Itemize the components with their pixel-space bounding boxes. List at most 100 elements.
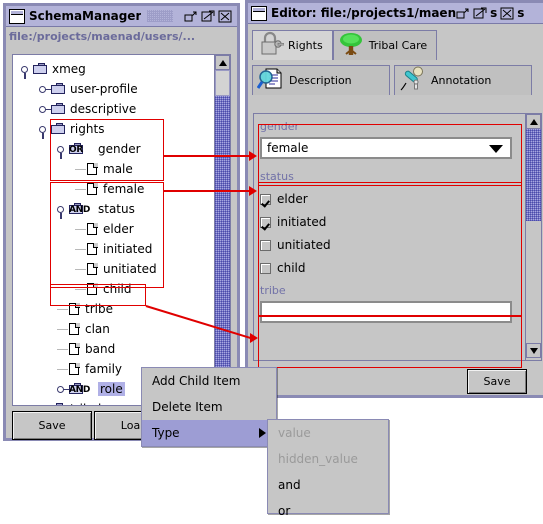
- tab-rights[interactable]: Rights: [252, 30, 333, 60]
- menu-item-label: Type: [152, 426, 180, 440]
- tree-node-elder[interactable]: elder: [13, 219, 230, 239]
- minimize-icon[interactable]: [456, 7, 470, 20]
- tree-node-label: xmeg: [52, 62, 86, 76]
- menu-item-add-child-item[interactable]: Add Child Item: [142, 368, 276, 394]
- type-submenu[interactable]: value hidden_value and or: [267, 419, 389, 518]
- tree-node-label: rights: [70, 122, 105, 136]
- tree-node-label: tribe: [85, 302, 113, 316]
- close-icon[interactable]: [218, 10, 232, 23]
- tree-node-label: descriptive: [70, 102, 137, 116]
- status-checkbox-group: elder initiated unitiated child: [260, 192, 512, 275]
- tree-node-user-profile[interactable]: user-profile: [13, 79, 230, 99]
- document-icon: [87, 242, 99, 256]
- expand-toggle-icon[interactable]: [39, 84, 51, 95]
- scroll-down-arrow[interactable]: [526, 343, 541, 358]
- tree-node-unitiated[interactable]: unitiated: [13, 259, 230, 279]
- tab-tribal-care[interactable]: Tribal Care: [332, 30, 438, 60]
- gender-field-label: gender: [260, 120, 299, 133]
- collapse-toggle-icon[interactable]: [57, 204, 68, 219]
- minimize-icon[interactable]: [184, 10, 198, 23]
- tab-annotation[interactable]: Annotation: [394, 65, 532, 95]
- tree-vertical-scrollbar[interactable]: [214, 55, 230, 405]
- editor-tabs-row1: Rights Tribal Care: [248, 28, 543, 60]
- folder-icon: [51, 123, 66, 135]
- tree-node-rights[interactable]: rights: [13, 119, 230, 139]
- tree-icon: [338, 31, 365, 60]
- tree-node-initiated[interactable]: initiated: [13, 239, 230, 259]
- expand-toggle-icon[interactable]: [57, 384, 69, 395]
- tree-node-label: tribal-care: [70, 402, 132, 405]
- tree-connector: [75, 268, 86, 270]
- tree-node-clan[interactable]: clan: [13, 319, 230, 339]
- tree-node-child[interactable]: child: [13, 279, 230, 299]
- tree-node-label: user-profile: [70, 82, 138, 96]
- submenu-item-label: or: [278, 504, 291, 518]
- collapse-toggle-icon[interactable]: [57, 144, 68, 159]
- document-icon: [87, 182, 99, 196]
- scroll-up-arrow[interactable]: [526, 114, 541, 129]
- submenu-arrow-icon: [259, 428, 266, 438]
- tree-node-xmeg[interactable]: xmeg: [13, 59, 230, 79]
- tribe-text-input[interactable]: [260, 301, 512, 323]
- folder-icon: [51, 83, 66, 95]
- tree-node-tribe[interactable]: tribe: [13, 299, 230, 319]
- schema-path-label: file:/projects/maenad/users/...: [6, 27, 237, 46]
- scroll-track[interactable]: [526, 221, 541, 343]
- editor-vertical-scrollbar[interactable]: [525, 114, 541, 360]
- menu-item-label: Delete Item: [152, 400, 223, 414]
- editor-titlebar[interactable]: Editor: file:/projects1/maen s s: [248, 3, 543, 24]
- schema-save-button[interactable]: Save: [12, 411, 92, 440]
- submenu-item-label: hidden_value: [278, 452, 358, 466]
- tree-node-label: role: [98, 382, 125, 396]
- checkbox-child[interactable]: [260, 262, 271, 274]
- scroll-track[interactable]: [215, 96, 230, 396]
- submenu-item-label: and: [278, 478, 301, 492]
- schema-manager-titlebar[interactable]: SchemaManager: [6, 6, 237, 27]
- close-icon[interactable]: [500, 7, 514, 20]
- submenu-item-or[interactable]: or: [268, 498, 388, 524]
- editor-tabs-row2: Description Annotation: [248, 63, 543, 95]
- status-option-unitiated[interactable]: unitiated: [260, 238, 512, 252]
- tree-node-band[interactable]: band: [13, 339, 230, 359]
- tree-node-male[interactable]: male: [13, 159, 230, 179]
- editor-save-button[interactable]: Save: [467, 369, 527, 394]
- status-option-initiated[interactable]: initiated: [260, 215, 512, 229]
- checkbox-unitiated[interactable]: [260, 239, 271, 251]
- schema-tree[interactable]: xmeg user-profile descriptive rights OR gende…: [13, 55, 230, 406]
- gender-combobox[interactable]: female: [260, 137, 512, 159]
- scroll-thumb[interactable]: [526, 129, 541, 221]
- menu-item-delete-item[interactable]: Delete Item: [142, 394, 276, 420]
- menu-item-label: Add Child Item: [152, 374, 241, 388]
- gender-combobox-value: female: [267, 141, 309, 155]
- operator-badge-or: OR: [69, 145, 83, 155]
- status-option-child[interactable]: child: [260, 261, 512, 275]
- window-icon: [251, 5, 267, 21]
- maximize-icon[interactable]: [201, 10, 215, 23]
- menu-item-type[interactable]: Type: [142, 420, 276, 446]
- context-menu[interactable]: Add Child Item Delete Item Type: [141, 367, 277, 447]
- tree-connector: [75, 168, 86, 170]
- expand-toggle-icon[interactable]: [39, 404, 50, 406]
- expand-toggle-icon[interactable]: [39, 104, 51, 115]
- submenu-item-and[interactable]: and: [268, 472, 388, 498]
- checkbox-initiated[interactable]: [260, 216, 271, 228]
- scroll-up-arrow[interactable]: [215, 55, 230, 70]
- tree-node-label: child: [103, 282, 132, 296]
- checkbox-elder[interactable]: [260, 193, 271, 205]
- collapse-toggle-icon[interactable]: [21, 64, 32, 79]
- tree-node-status[interactable]: AND status: [13, 199, 230, 219]
- tree-node-descriptive[interactable]: descriptive: [13, 99, 230, 119]
- collapse-toggle-icon[interactable]: [39, 124, 50, 139]
- status-option-elder[interactable]: elder: [260, 192, 512, 206]
- tree-node-female[interactable]: female: [13, 179, 230, 199]
- tab-description[interactable]: Description: [252, 65, 390, 95]
- schema-manager-title: SchemaManager: [29, 9, 142, 23]
- chevron-down-icon: [489, 145, 503, 153]
- maximize-icon[interactable]: [473, 7, 487, 20]
- scroll-thumb[interactable]: [215, 70, 230, 96]
- tab-annotation-label: Annotation: [431, 74, 492, 87]
- tree-node-gender[interactable]: OR gender: [13, 139, 230, 159]
- tree-node-label: status: [98, 202, 135, 216]
- tribe-field-label: tribe: [260, 284, 286, 297]
- schema-tree-panel[interactable]: xmeg user-profile descriptive rights OR gende…: [12, 54, 231, 406]
